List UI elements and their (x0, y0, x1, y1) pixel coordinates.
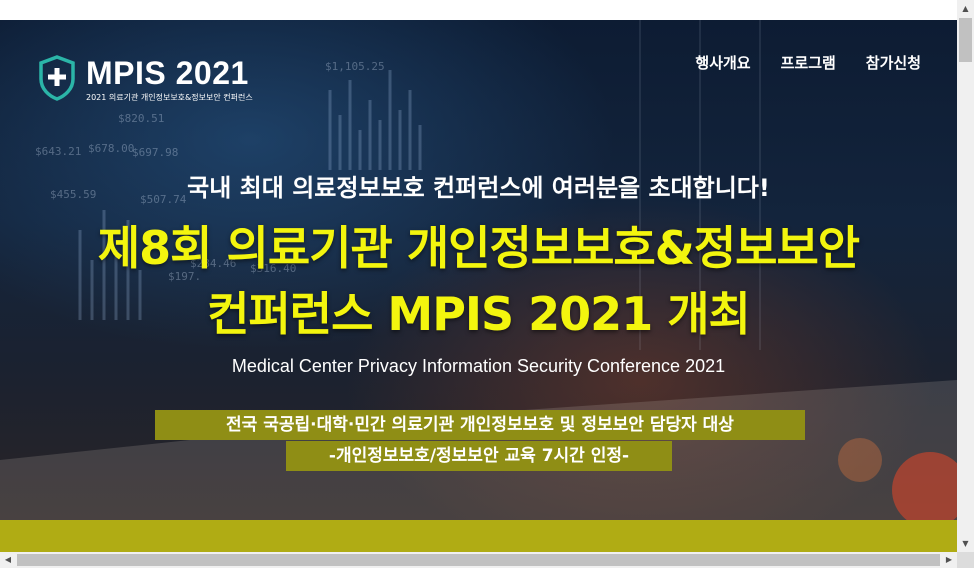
top-strip (0, 0, 957, 20)
triangle-up-icon[interactable]: ▲ (957, 0, 974, 17)
logo-title: MPIS 2021 (86, 55, 249, 91)
certification-badge: -개인정보보호/정보보안 교육 7시간 인정- (286, 441, 672, 471)
main-nav: 행사개요 프로그램 참가신청 (695, 52, 921, 73)
vertical-scroll-thumb[interactable] (959, 18, 972, 62)
english-title: Medical Center Privacy Information Secur… (231, 356, 726, 376)
target-audience-badge: 전국 국공립·대학·민간 의료기관 개인정보보호 및 정보보안 담당자 대상 (155, 410, 805, 440)
triangle-right-icon[interactable]: ▶ (941, 552, 957, 568)
triangle-left-icon[interactable]: ◀ (0, 552, 16, 568)
bg-number: $643.21 (35, 145, 82, 158)
nav-item-program[interactable]: 프로그램 (781, 52, 836, 73)
vertical-scrollbar[interactable]: ▲ ▼ (957, 0, 974, 552)
bg-number: $697.98 (132, 146, 179, 159)
invite-text: 국내 최대 의료정보보호 컨퍼런스에 여러분을 초대합니다! (187, 174, 770, 202)
nav-item-overview[interactable]: 행사개요 (695, 52, 750, 73)
site-logo[interactable]: MPIS 2021 2021 의료기관 개인정보보호&정보보안 컨퍼런스 (38, 55, 253, 105)
headline-line2: 컨퍼런스 MPIS 2021 개최 (207, 287, 751, 341)
olive-band (0, 520, 957, 552)
nav-item-registration[interactable]: 참가신청 (866, 52, 921, 73)
horizontal-scrollbar[interactable]: ◀ ▶ (0, 552, 957, 568)
bg-number: $678.00 (88, 142, 135, 155)
headline-line1: 제8회 의료기관 개인정보보호&정보보안 (97, 221, 860, 275)
shield-plus-icon (39, 55, 75, 101)
scrollbar-corner (957, 552, 974, 568)
bg-number: $1,105.25 (325, 60, 385, 73)
triangle-down-icon[interactable]: ▼ (957, 535, 974, 552)
bg-number: $820.51 (118, 112, 165, 125)
hero-banner: $1,105.25 $820.51 $643.21 $678.00 $697.9… (0, 20, 957, 520)
logo-subtitle: 2021 의료기관 개인정보보호&정보보안 컨퍼런스 (86, 93, 253, 102)
horizontal-scroll-thumb[interactable] (17, 554, 940, 566)
